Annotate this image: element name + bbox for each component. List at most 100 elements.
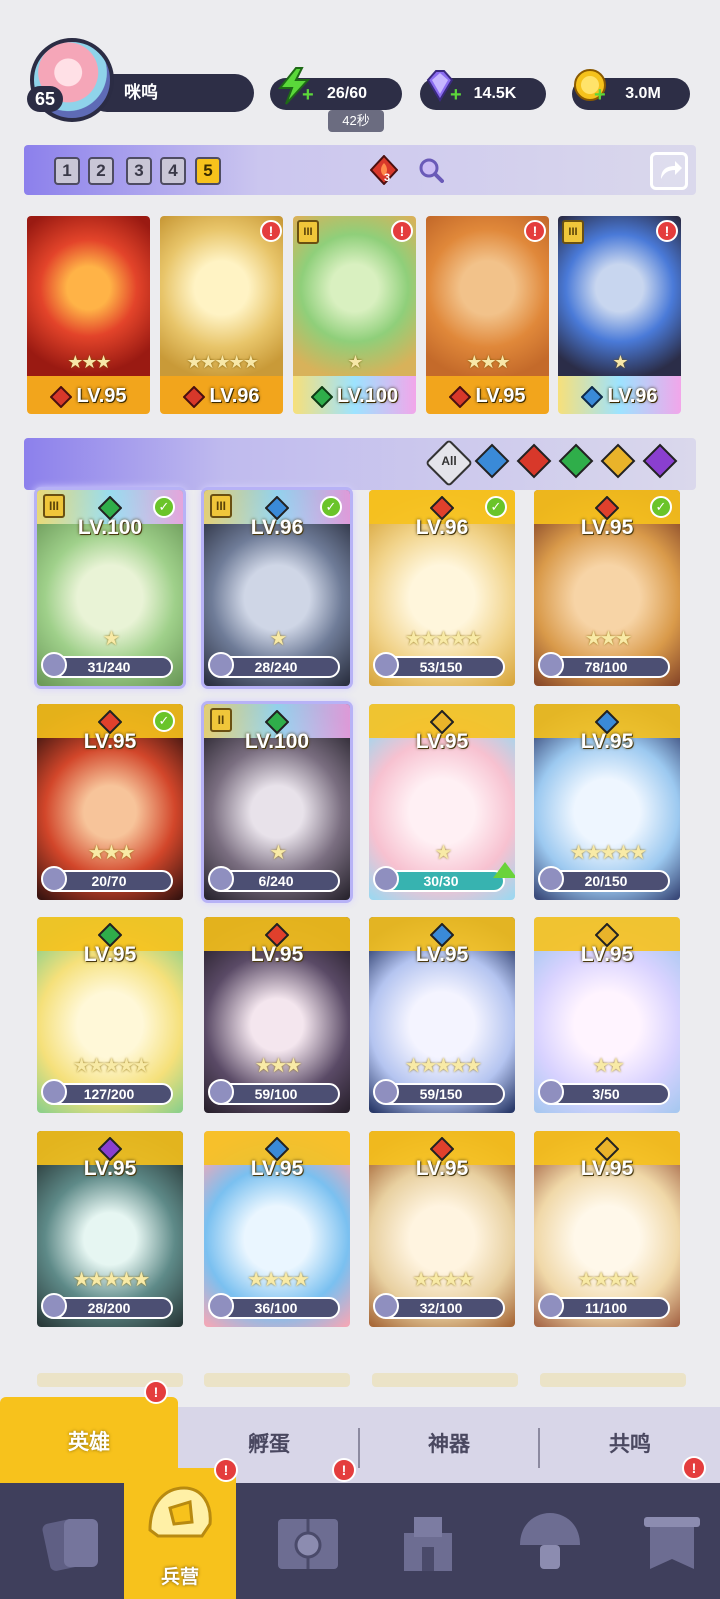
hero-card[interactable]: LV.95 ★★★★★ 20/150 bbox=[534, 704, 680, 900]
filter-nature-icon[interactable] bbox=[558, 443, 594, 479]
nature-element-icon bbox=[310, 385, 333, 408]
hero-stars: ★★★★ bbox=[247, 1269, 310, 1291]
hero-stars: ★★★★ bbox=[577, 1269, 640, 1291]
team-level-text: LV.100 bbox=[336, 385, 399, 407]
hero-level: LV.95 bbox=[250, 943, 304, 966]
alert-badge: ! bbox=[682, 1456, 706, 1480]
hero-level: LV.96 bbox=[415, 516, 469, 539]
tab-artifacts[interactable]: 神器 bbox=[360, 1407, 538, 1483]
in-team-check-icon: ✓ bbox=[650, 496, 672, 518]
team-level: LV.95 bbox=[426, 376, 549, 414]
shard-icon bbox=[373, 866, 399, 892]
banner-icon bbox=[644, 1517, 700, 1569]
hero-level: LV.95 bbox=[415, 730, 469, 753]
hero-card[interactable]: LV.95 ★ 30/30 bbox=[369, 704, 515, 900]
castle-icon bbox=[404, 1517, 452, 1571]
filter-dark-icon[interactable] bbox=[642, 443, 678, 479]
fire-element-icon bbox=[183, 385, 206, 408]
hero-card[interactable]: II LV.100 ★ 6/240 bbox=[204, 704, 350, 900]
hero-stars: ★ bbox=[102, 628, 121, 650]
gold-plus-icon[interactable]: + bbox=[594, 84, 606, 107]
hero-level: LV.95 bbox=[580, 943, 634, 966]
hero-card[interactable]: ✓ LV.95 ★★★ 78/100 bbox=[534, 490, 680, 686]
shard-icon bbox=[538, 866, 564, 892]
water-element-icon bbox=[581, 385, 604, 408]
nav-banner[interactable] bbox=[600, 1483, 720, 1599]
team-tab-2[interactable]: 2 bbox=[88, 157, 114, 185]
team-level: LV.96 bbox=[160, 376, 283, 414]
tier-badge: III bbox=[43, 494, 65, 518]
team-slot-4[interactable]: ! ★★★ LV.95 bbox=[426, 216, 549, 414]
hero-card[interactable]: ✓ LV.95 ★★★ 20/70 bbox=[37, 704, 183, 900]
in-team-check-icon: ✓ bbox=[320, 496, 342, 518]
hero-stars: ★★★ bbox=[87, 842, 136, 864]
alert-badge: ! bbox=[524, 220, 546, 242]
book-icon bbox=[278, 1519, 338, 1569]
hero-stars: ★★★★★ bbox=[404, 628, 483, 650]
barracks-helmet-icon bbox=[148, 1486, 212, 1538]
fire-bonus-count: 3 bbox=[384, 172, 391, 184]
share-icon[interactable] bbox=[650, 152, 688, 190]
hero-level: LV.95 bbox=[83, 730, 137, 753]
alert-badge: ! bbox=[214, 1458, 238, 1482]
shard-icon bbox=[41, 866, 67, 892]
alert-badge: ! bbox=[144, 1380, 168, 1404]
hero-stars: ★★★★★ bbox=[404, 1055, 483, 1077]
team-stars: ★★★ bbox=[466, 352, 510, 372]
shard-icon bbox=[208, 1079, 234, 1105]
hero-card[interactable]: LV.95 ★★★★★ 59/150 bbox=[369, 917, 515, 1113]
fire-element-icon bbox=[50, 385, 73, 408]
shard-icon bbox=[373, 652, 399, 678]
team-tab-4[interactable]: 4 bbox=[160, 157, 186, 185]
hero-stars: ★ bbox=[269, 842, 288, 864]
hero-stars: ★★ bbox=[592, 1055, 625, 1077]
hero-level: LV.95 bbox=[83, 943, 137, 966]
element-filter-bar bbox=[24, 438, 696, 490]
hero-card[interactable]: III ✓ LV.96 ★ 28/240 bbox=[204, 490, 350, 686]
team-slot-2[interactable]: ! ★★★★★ LV.96 bbox=[160, 216, 283, 414]
filter-fire-icon[interactable] bbox=[516, 443, 552, 479]
filter-water-icon[interactable] bbox=[474, 443, 510, 479]
in-team-check-icon: ✓ bbox=[153, 710, 175, 732]
team-slot-1[interactable]: ★★★ LV.95 bbox=[27, 216, 150, 414]
team-level: LV.95 bbox=[27, 376, 150, 414]
hero-stars: ★★★★★ bbox=[72, 1269, 151, 1291]
team-tab-1[interactable]: 1 bbox=[54, 157, 80, 185]
team-slot-5[interactable]: III ! ★ LV.96 bbox=[558, 216, 681, 414]
in-team-check-icon: ✓ bbox=[485, 496, 507, 518]
hero-stars: ★★★★★ bbox=[569, 842, 648, 864]
gold-value: 3.0M bbox=[625, 85, 661, 102]
gems-plus-icon[interactable]: + bbox=[450, 84, 462, 107]
filter-light-icon[interactable] bbox=[600, 443, 636, 479]
search-icon[interactable] bbox=[418, 157, 444, 183]
hero-card[interactable]: LV.95 ★★★★ 11/100 bbox=[534, 1131, 680, 1327]
player-name-text: 咪呜 bbox=[124, 83, 158, 102]
alert-badge: ! bbox=[332, 1458, 356, 1482]
energy-plus-icon[interactable]: + bbox=[302, 84, 314, 107]
team-stars: ★★★★★ bbox=[186, 352, 259, 372]
team-level-text: LV.96 bbox=[607, 385, 658, 407]
hero-card[interactable]: LV.95 ★★★★ 36/100 bbox=[204, 1131, 350, 1327]
team-tab-5[interactable]: 5 bbox=[195, 157, 221, 185]
hero-card[interactable]: LV.95 ★★ 3/50 bbox=[534, 917, 680, 1113]
nav-cards[interactable] bbox=[0, 1483, 144, 1599]
hero-stars: ★★★★ bbox=[412, 1269, 475, 1291]
hero-card[interactable]: LV.95 ★★★★★ 28/200 bbox=[37, 1131, 183, 1327]
gems-value: 14.5K bbox=[473, 85, 517, 102]
hero-card[interactable]: ✓ LV.96 ★★★★★ 53/150 bbox=[369, 490, 515, 686]
tier-badge: III bbox=[297, 220, 319, 244]
hero-level: LV.95 bbox=[415, 1157, 469, 1180]
hero-stars: ★★★ bbox=[254, 1055, 303, 1077]
hero-card[interactable]: LV.95 ★★★★ 32/100 bbox=[369, 1131, 515, 1327]
shard-icon bbox=[538, 1293, 564, 1319]
hero-stars: ★ bbox=[269, 628, 288, 650]
hero-card[interactable]: LV.95 ★★★★★ 127/200 bbox=[37, 917, 183, 1113]
hero-card[interactable]: LV.95 ★★★ 59/100 bbox=[204, 917, 350, 1113]
hero-level: LV.100 bbox=[77, 516, 143, 539]
hero-card[interactable]: III ✓ LV.100 ★ 31/240 bbox=[37, 490, 183, 686]
shard-icon bbox=[373, 1293, 399, 1319]
next-row-hint bbox=[204, 1373, 350, 1387]
team-slot-3[interactable]: III ! ★ LV.100 bbox=[293, 216, 416, 414]
upgrade-arrow-icon[interactable] bbox=[493, 862, 515, 878]
team-tab-3[interactable]: 3 bbox=[126, 157, 152, 185]
